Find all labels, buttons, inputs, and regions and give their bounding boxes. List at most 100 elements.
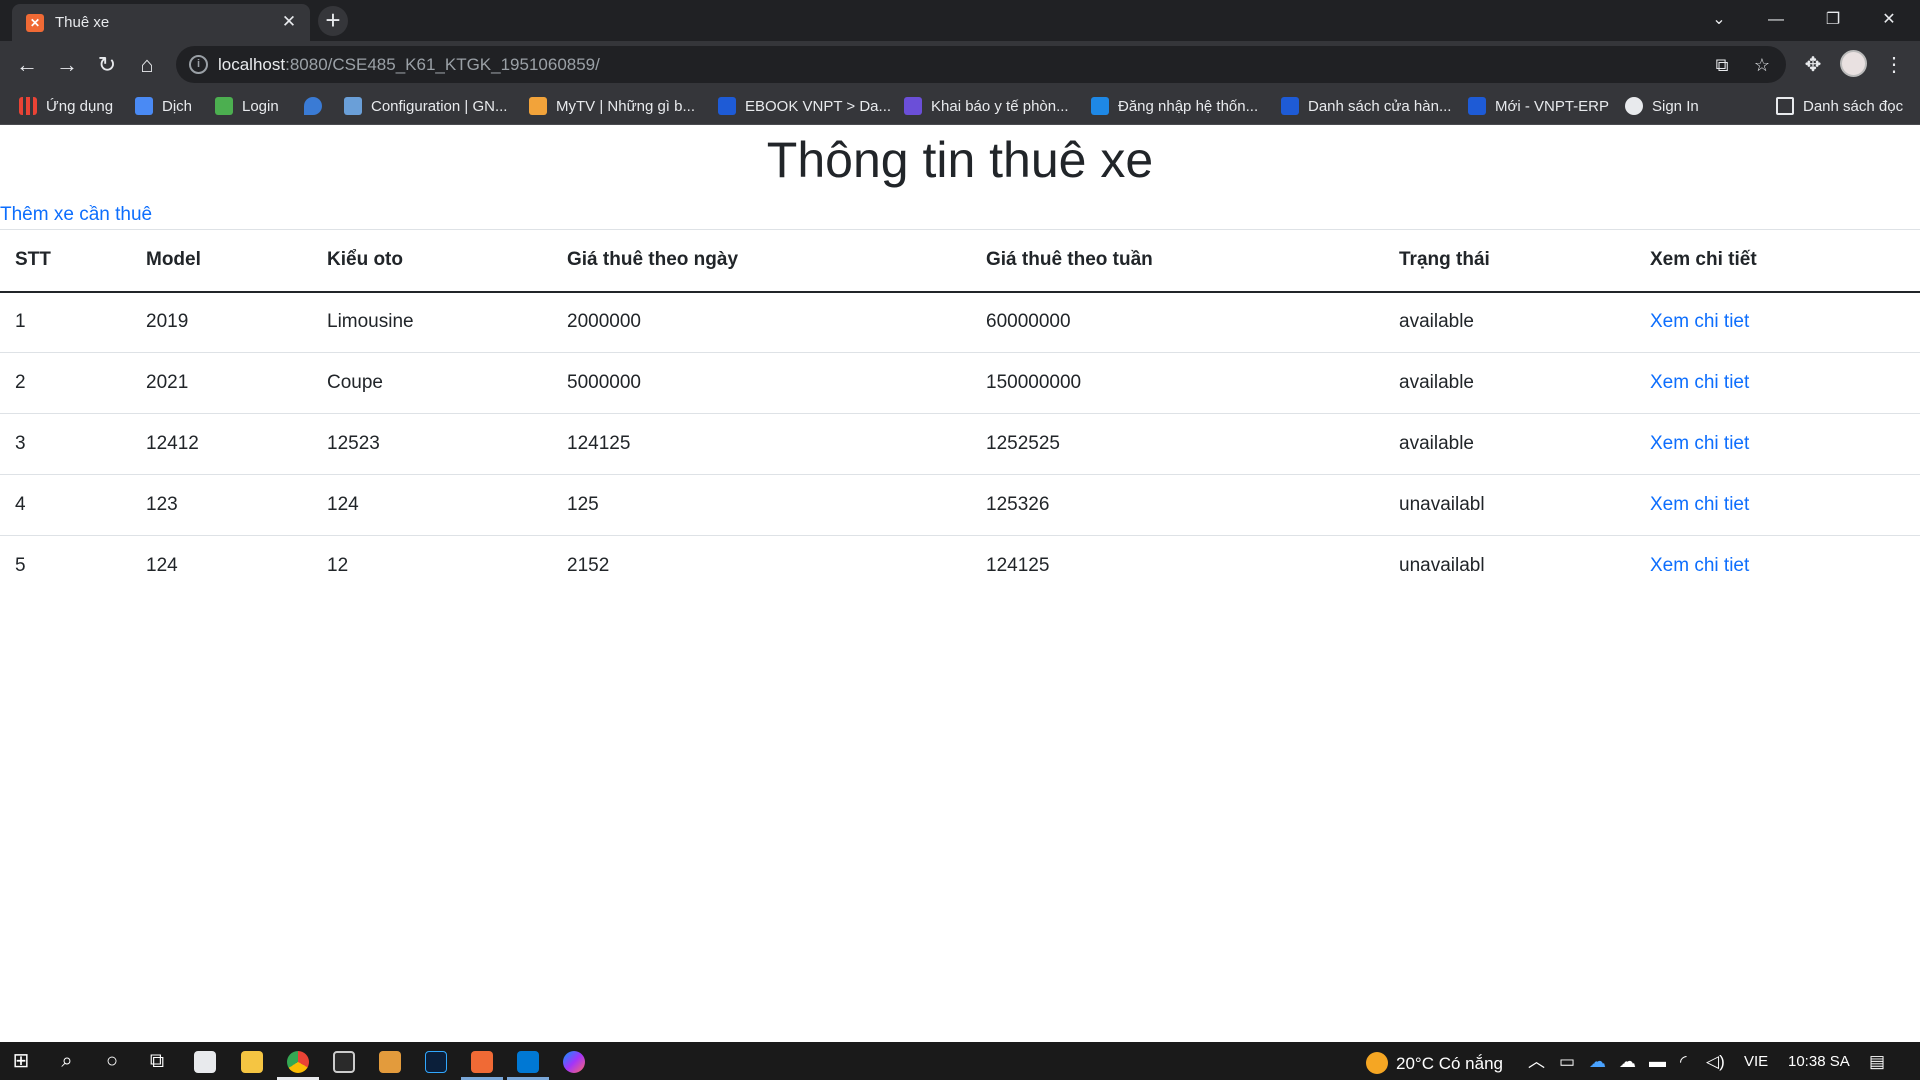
bookmark-vnpt-erp[interactable]: Mới - VNPT-ERP (1468, 97, 1609, 117)
wifi-icon[interactable]: ◜ (1680, 1052, 1687, 1072)
extensions-puzzle-icon[interactable]: ✥ (1797, 49, 1829, 81)
cell-weekly-price: 60000000 (971, 291, 1384, 353)
cell-model: 124 (146, 555, 178, 577)
cell-weekly-price: 150000000 (971, 352, 1384, 414)
bookmark-ebook-vnpt[interactable]: EBOOK VNPT > Da... (718, 97, 891, 117)
site-info-icon[interactable]: i (189, 55, 208, 74)
cell-stt: 1 (0, 291, 131, 353)
close-tab-icon[interactable]: ✕ (278, 11, 300, 33)
view-details-link[interactable]: Xem chi tiet (1650, 433, 1749, 454)
back-button[interactable]: ← (11, 49, 43, 81)
close-window-button[interactable]: ✕ (1866, 6, 1912, 34)
cell-status: available (1384, 352, 1635, 414)
clock[interactable]: 10:38 SA (1788, 1052, 1850, 1072)
cell-daily-price: 124125 (552, 413, 971, 475)
volume-icon[interactable]: ◁) (1706, 1052, 1725, 1072)
table-row: 4 123 124 125 125326 unavailabl Xem chi … (0, 474, 1920, 536)
weather-widget[interactable]: 20°C Có nắng (1366, 1052, 1503, 1074)
bookmarks-bar: Ứng dụng Dịch Login Configuration | GN..… (0, 89, 1920, 125)
bookmark-login[interactable]: Login (215, 97, 279, 117)
bookmark-translate[interactable]: Dịch (135, 97, 192, 117)
apps-grid-icon (19, 97, 37, 115)
task-view-icon[interactable]: ⧉ (136, 1046, 178, 1076)
tab-strip: ✕ Thuê xe ✕ + ⌄ — ❐ ✕ (0, 0, 1920, 41)
table-row: 3 12412 12523 124125 1252525 available X… (0, 413, 1920, 475)
home-button[interactable]: ⌂ (131, 49, 163, 81)
view-details-link[interactable]: Xem chi tiet (1650, 372, 1749, 393)
view-details-link[interactable]: Xem chi tiet (1650, 311, 1749, 332)
cell-model: 2019 (131, 291, 312, 353)
view-details-link[interactable]: Xem chi tiet (1650, 494, 1749, 515)
store-icon[interactable] (194, 1051, 216, 1073)
translate-icon[interactable]: ⧉ (1710, 53, 1734, 77)
url-text[interactable]: localhost:8080/CSE485_K61_KTGK_195106085… (218, 55, 600, 75)
cell-daily-price: 2000000 (552, 291, 971, 353)
cell-status: unavailabl (1399, 555, 1485, 577)
xampp-icon[interactable] (471, 1051, 493, 1073)
reading-list-button[interactable]: Danh sách đọc (1776, 97, 1903, 117)
language-indicator[interactable]: VIE (1744, 1052, 1768, 1072)
rental-table: STT Model Kiểu oto Giá thuê theo ngày Gi… (0, 229, 1920, 597)
tab-search-chevron-icon[interactable]: ⌄ (1696, 6, 1742, 34)
mytv-icon (529, 97, 547, 115)
new-tab-button[interactable]: + (318, 6, 348, 36)
minimize-button[interactable]: — (1753, 6, 1799, 34)
add-car-link[interactable]: Thêm xe cần thuê (0, 204, 152, 226)
onedrive-icon[interactable]: ☁ (1589, 1052, 1606, 1072)
bookmark-khai-bao-y-te[interactable]: Khai báo y tế phòn... (904, 97, 1069, 117)
windows-start-icon[interactable]: ⊞ (0, 1046, 42, 1076)
vscode-icon[interactable] (517, 1051, 539, 1073)
header-car-type: Kiểu oto (312, 229, 552, 293)
bookmark-configuration[interactable]: Configuration | GN... (344, 97, 507, 117)
table-header-row: STT Model Kiểu oto Giá thuê theo ngày Gi… (0, 229, 1920, 293)
bookmark-drop[interactable] (304, 97, 331, 117)
header-daily-price: Giá thuê theo ngày (552, 229, 971, 293)
cortana-icon[interactable]: ○ (91, 1046, 133, 1076)
address-bar[interactable]: i localhost:8080/CSE485_K61_KTGK_1951060… (176, 46, 1786, 83)
reload-button[interactable]: ↻ (91, 49, 123, 81)
sun-icon (1366, 1052, 1388, 1074)
bookmark-star-icon[interactable]: ☆ (1750, 53, 1774, 77)
forward-button[interactable]: → (51, 49, 83, 81)
cell-stt: 4 (0, 474, 131, 536)
bookmark-sign-in[interactable]: Sign In (1625, 97, 1699, 117)
photoshop-icon[interactable] (425, 1051, 447, 1073)
search-icon[interactable]: ⌕ (46, 1046, 88, 1076)
bookmark-mytv[interactable]: MyTV | Những gì b... (529, 97, 695, 117)
bookmark-dang-nhap[interactable]: Đăng nhập hệ thốn... (1091, 97, 1258, 117)
cell-daily-price: 2152 (567, 555, 610, 577)
cell-model: 12412 (131, 413, 312, 475)
people-icon[interactable] (379, 1051, 401, 1073)
bookmark-apps[interactable]: Ứng dụng (19, 97, 113, 117)
file-explorer-icon[interactable] (241, 1051, 263, 1073)
header-details: Xem chi tiết (1635, 229, 1920, 293)
xampp-icon: ✕ (26, 14, 44, 32)
cloud-icon[interactable]: ☁ (1619, 1052, 1636, 1072)
cell-details: Xem chi tiet (1635, 291, 1920, 353)
browser-tab[interactable]: ✕ Thuê xe ✕ (12, 4, 310, 41)
cell-daily-price: 125 (552, 474, 971, 536)
battery-icon[interactable]: ▬ (1649, 1052, 1666, 1072)
chrome-icon[interactable] (287, 1051, 309, 1073)
cell-car-type: Coupe (312, 352, 552, 414)
vnpt-icon (718, 97, 736, 115)
restore-button[interactable]: ❐ (1810, 6, 1856, 34)
tab-title: Thuê xe (55, 14, 110, 31)
profile-avatar[interactable] (1840, 50, 1867, 77)
globe-icon (1625, 97, 1643, 115)
table-row: 2 2021 Coupe 5000000 150000000 available… (0, 352, 1920, 414)
google-translate-icon (135, 97, 153, 115)
notifications-icon[interactable]: ▤ (1869, 1052, 1885, 1072)
vnpt-icon (1281, 97, 1299, 115)
menu-kebab-icon[interactable]: ⋮ (1878, 49, 1910, 81)
network-device-icon[interactable]: ▭ (1559, 1052, 1575, 1072)
table-row: 1 2019 Limousine 2000000 60000000 availa… (0, 291, 1920, 353)
app-icon[interactable] (333, 1051, 355, 1073)
header-weekly-price: Giá thuê theo tuần (971, 229, 1384, 293)
show-hidden-icons-chevron-icon[interactable]: ︿ (1528, 1052, 1545, 1072)
view-details-link[interactable]: Xem chi tiet (1650, 555, 1749, 576)
messenger-icon[interactable] (563, 1051, 585, 1073)
browser-toolbar: ← → ↻ ⌂ i localhost:8080/CSE485_K61_KTGK… (0, 41, 1920, 89)
bookmark-danh-sach-cua-hang[interactable]: Danh sách cửa hàn... (1281, 97, 1451, 117)
cell-status: unavailabl (1384, 474, 1635, 536)
